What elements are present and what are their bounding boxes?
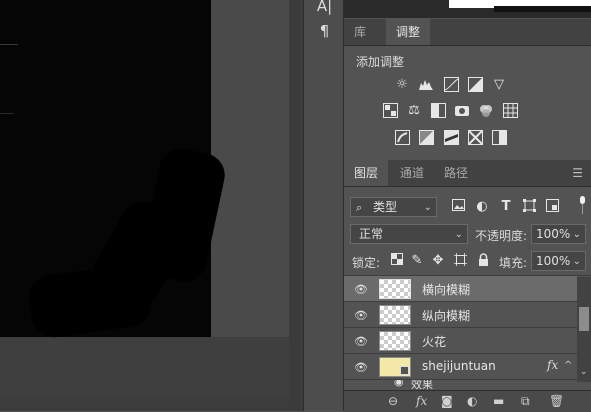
layer-row[interactable]: 👁 纵向模糊 [344, 302, 577, 328]
smart-object-badge-icon [400, 366, 409, 375]
layer-thumbnail [379, 279, 411, 299]
layer-filter-select[interactable]: ⌕ 类型 ⌄ [350, 197, 437, 217]
tab-layers[interactable]: 图层 [344, 160, 389, 186]
filter-toggle-track [582, 204, 583, 214]
layer-row[interactable]: 👁 横向模糊 [344, 276, 577, 302]
eye-icon[interactable]: 👁 [354, 309, 368, 322]
filter-adjustment-icon[interactable]: ◐ [474, 199, 490, 215]
layer-thumbnail [379, 305, 411, 325]
effects-eye-icon[interactable]: ◉ [394, 380, 404, 388]
chevron-down-icon: ⌄ [572, 229, 581, 240]
filter-shape-icon[interactable] [521, 199, 537, 215]
opacity-value: 100% [536, 227, 571, 241]
tab-paths[interactable]: 路径 [434, 160, 478, 186]
status-bar [0, 397, 289, 411]
lock-artboard-icon[interactable] [452, 253, 468, 269]
navigator-preview [344, 0, 591, 18]
eye-icon[interactable]: 👁 [354, 283, 368, 296]
search-icon: ⌕ [356, 201, 363, 214]
curves-icon[interactable] [443, 77, 459, 93]
scroll-down-icon[interactable]: ⌄ [580, 367, 588, 377]
posterize-icon[interactable] [418, 130, 434, 146]
eye-icon[interactable]: 👁 [354, 335, 368, 348]
preview-dark [494, 6, 591, 12]
layer-name[interactable]: 火花 [422, 333, 446, 350]
chevron-down-icon: ⌄ [572, 256, 581, 267]
color-balance-icon[interactable]: ⚖ [406, 103, 422, 119]
photo-filter-icon[interactable] [454, 103, 470, 119]
lock-label: 锁定: [352, 256, 381, 270]
canvas-guide-mark [0, 44, 18, 45]
selective-color-icon[interactable] [467, 130, 483, 146]
link-layers-icon[interactable]: ⊖ [388, 394, 398, 408]
invert-icon[interactable] [394, 130, 410, 146]
lock-all-icon[interactable] [475, 253, 491, 269]
add-mask-icon[interactable]: ◙ [441, 394, 453, 408]
filter-smart-object-icon[interactable] [544, 199, 560, 215]
panel-divider[interactable] [289, 0, 303, 411]
layer-thumbnail [379, 357, 411, 377]
add-fx-icon[interactable]: fx [416, 394, 427, 408]
character-panel-icon[interactable]: A| [304, 0, 345, 15]
panel-menu-icon[interactable]: ☰ [572, 166, 583, 180]
vibrance-icon[interactable]: ▽ [491, 77, 507, 93]
canvas-pasteboard [0, 337, 289, 397]
chevron-down-icon: ⌄ [454, 229, 463, 240]
document-canvas-area[interactable] [0, 0, 289, 411]
lock-position-icon[interactable]: ✥ [430, 253, 446, 269]
black-white-icon[interactable] [430, 103, 446, 119]
exposure-icon[interactable] [467, 77, 483, 93]
brightness-contrast-icon[interactable]: ☼ [394, 77, 410, 93]
gradient-map-icon[interactable] [491, 130, 507, 146]
chevron-down-icon: ⌄ [423, 202, 432, 213]
eye-icon[interactable]: 👁 [354, 361, 368, 374]
layer-name[interactable]: 纵向模糊 [422, 307, 470, 324]
right-panel-column: 库 调整 添加调整 ☼ ▽ ⚖ 图层 通道 路径 ☰ ⌕ 类型 ⌄ ◐ T 正常… [344, 0, 591, 412]
opacity-input[interactable]: 100% ⌄ [531, 224, 586, 244]
tab-adjustments[interactable]: 调整 [386, 19, 431, 45]
filter-type-icon[interactable]: T [498, 199, 514, 215]
filter-toggle-icon[interactable] [580, 196, 585, 204]
fill-value: 100% [536, 254, 571, 268]
lock-transparent-pixels-icon[interactable] [389, 253, 405, 269]
collapsed-panel-strip: A| ¶ [303, 0, 344, 411]
trash-icon[interactable]: 🗑 [549, 394, 564, 408]
add-adjustment-title: 添加调整 [356, 55, 405, 69]
new-layer-icon[interactable]: ⧉ [521, 394, 530, 409]
effects-row[interactable]: ◉ 效果 [344, 380, 577, 390]
hue-saturation-icon[interactable] [382, 103, 398, 119]
effects-label: 效果 [411, 380, 433, 390]
filter-kind-label: 类型 [373, 200, 398, 214]
new-group-icon[interactable]: ▬ [493, 394, 504, 408]
levels-icon[interactable] [418, 77, 434, 93]
layer-name[interactable]: 横向模糊 [422, 281, 470, 298]
layers-scrollbar[interactable]: ⌄ [577, 277, 591, 382]
layer-thumbnail [379, 331, 411, 351]
layer-row[interactable]: 👁 shejijuntuan fx ^ [344, 354, 577, 380]
layer-fx-icon[interactable]: fx [547, 358, 558, 372]
adjustments-tabbar: 库 调整 [344, 19, 591, 46]
filter-pixel-icon[interactable] [450, 199, 466, 215]
channel-mixer-icon[interactable] [478, 103, 494, 119]
new-adjustment-layer-icon[interactable]: ◐ [467, 394, 477, 408]
threshold-icon[interactable] [443, 130, 459, 146]
tab-library[interactable]: 库 [344, 19, 376, 45]
scrollbar-thumb[interactable] [579, 307, 589, 331]
fill-input[interactable]: 100% ⌄ [531, 251, 586, 271]
blend-mode-value: 正常 [359, 227, 384, 241]
blend-mode-select[interactable]: 正常 ⌄ [350, 224, 468, 244]
lock-image-pixels-icon[interactable]: ✎ [409, 253, 425, 269]
fill-label: 填充: [499, 256, 528, 270]
color-lookup-icon[interactable] [502, 103, 518, 119]
collapse-effects-icon[interactable]: ^ [564, 360, 572, 371]
tab-channels[interactable]: 通道 [390, 160, 434, 186]
canvas-guide-mark [0, 113, 14, 114]
opacity-label: 不透明度: [475, 229, 528, 243]
layer-name[interactable]: shejijuntuan [422, 359, 496, 373]
layers-tabbar: 图层 通道 路径 ☰ [344, 160, 591, 187]
layer-row[interactable]: 👁 火花 [344, 328, 577, 354]
paragraph-panel-icon[interactable]: ¶ [304, 22, 345, 40]
layers-bottom-bar: ⊖ fx ◙ ◐ ▬ ⧉ 🗑 [344, 390, 591, 412]
